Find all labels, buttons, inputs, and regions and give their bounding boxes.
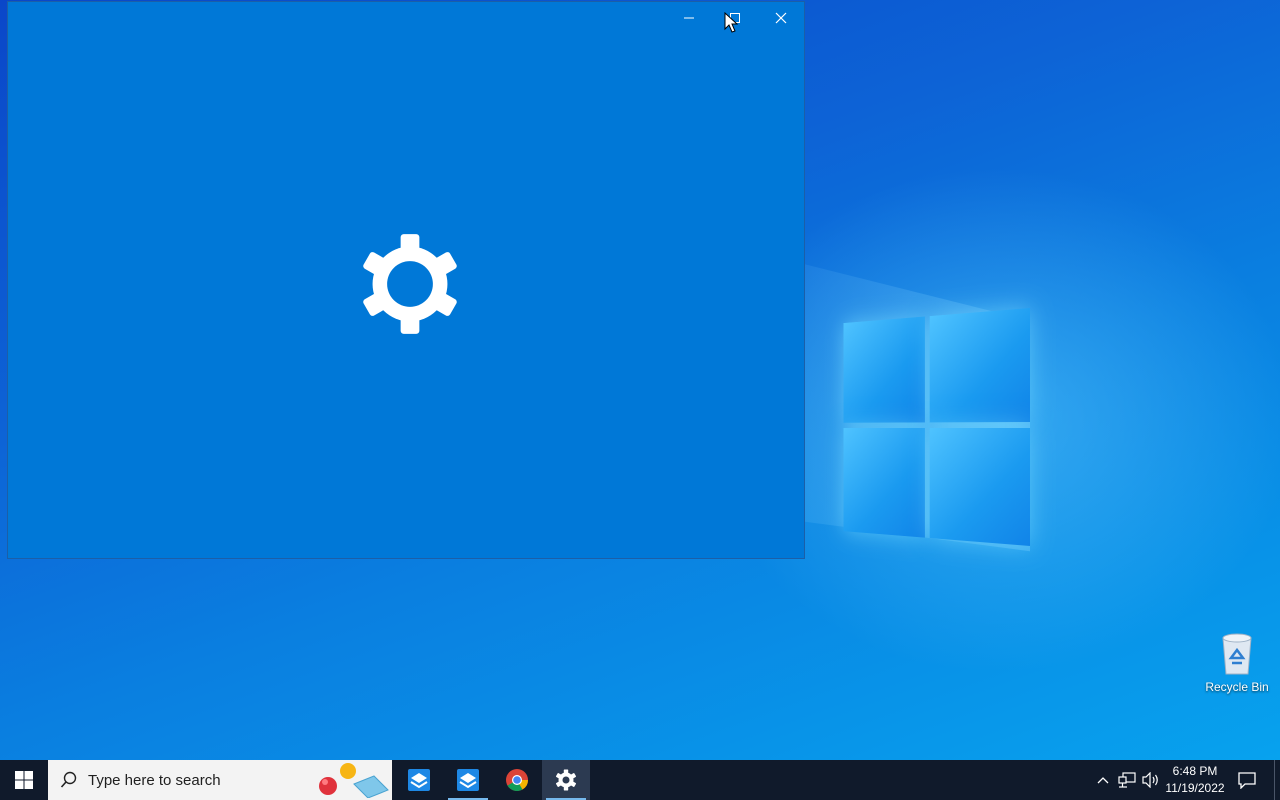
close-icon	[775, 12, 787, 24]
show-desktop-button[interactable]	[1274, 760, 1280, 800]
gear-icon	[363, 234, 457, 334]
taskbar-clock[interactable]: 6:48 PM 11/19/2022	[1160, 763, 1230, 797]
box-app-icon	[457, 769, 479, 791]
volume-button[interactable]	[1141, 770, 1161, 790]
windows-logo-icon	[15, 771, 33, 789]
network-button[interactable]	[1117, 770, 1137, 790]
mouse-cursor-icon	[724, 12, 738, 33]
recycle-bin-icon	[1222, 633, 1252, 675]
gear-icon	[555, 769, 577, 791]
search-icon	[60, 771, 77, 788]
close-button[interactable]	[758, 2, 804, 34]
recycle-bin-label: Recycle Bin	[1205, 680, 1269, 694]
search-box[interactable]: Type here to search	[48, 760, 392, 800]
search-placeholder[interactable]: Type here to search	[88, 772, 221, 789]
box-app-icon	[408, 769, 430, 791]
settings-window[interactable]	[7, 1, 805, 559]
clock-time: 6:48 PM	[1172, 764, 1218, 778]
clock-date: 11/19/2022	[1165, 781, 1225, 795]
window-titlebar[interactable]	[8, 2, 804, 34]
minimize-button[interactable]	[666, 2, 712, 34]
show-hidden-icons-button[interactable]	[1093, 770, 1113, 790]
taskbar-settings[interactable]	[542, 760, 590, 800]
minimize-icon	[684, 17, 694, 19]
notification-icon	[1238, 772, 1256, 789]
search-highlight-icon	[319, 763, 389, 798]
action-center-button[interactable]	[1232, 760, 1262, 800]
chevron-up-icon	[1097, 777, 1109, 784]
volume-icon	[1142, 772, 1158, 788]
taskbar-chrome[interactable]	[493, 760, 541, 800]
taskbar: Type here to search 6:48 PM 11/19/2022	[0, 760, 1280, 800]
start-button[interactable]	[0, 760, 48, 800]
taskbar-app-2[interactable]	[444, 760, 492, 800]
network-icon	[1118, 772, 1136, 788]
chrome-icon	[506, 769, 528, 791]
wallpaper-windows-logo	[843, 308, 1030, 548]
taskbar-app-1[interactable]	[395, 760, 443, 800]
recycle-bin[interactable]: Recycle Bin	[1200, 630, 1274, 702]
